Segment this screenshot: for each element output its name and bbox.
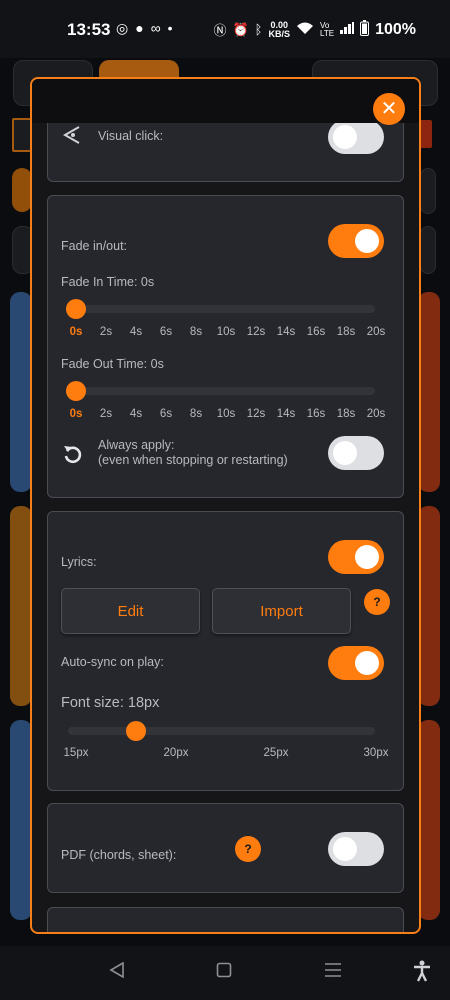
always-apply-toggle[interactable]: [328, 436, 384, 470]
home-icon[interactable]: [216, 962, 232, 983]
edit-lyrics-button[interactable]: Edit: [61, 588, 200, 634]
fade-out-slider-thumb[interactable]: [66, 381, 86, 401]
lyrics-card: Lyrics: Edit Import ? Auto-sync on play:…: [47, 511, 404, 791]
close-button[interactable]: ✕: [373, 93, 405, 125]
network-speed: 0.00 KB/S: [268, 19, 290, 39]
fade-in-time-label: Fade In Time: 0s: [61, 275, 155, 289]
tick-label: 8s: [189, 408, 203, 420]
tick-label: 16s: [306, 408, 326, 420]
fade-toggle[interactable]: [328, 224, 384, 258]
status-bar: 13:53 ◎ ● ∞ • Ⓝ ⏰ ᛒ 0.00 KB/S Vo LTE 100%: [0, 0, 450, 58]
tick-label: 0s: [69, 408, 83, 420]
tick-label: 25px: [263, 747, 289, 759]
tick-label: 14s: [276, 326, 296, 338]
pdf-help-button[interactable]: ?: [235, 836, 261, 862]
fade-in-slider-track[interactable]: [68, 305, 375, 313]
bluetooth-icon: ᛒ: [254, 22, 263, 37]
modal-scroll-area[interactable]: Visual click: Fade in/out: Fade In Time:…: [32, 123, 419, 932]
voicemail-icon: ∞: [150, 20, 161, 36]
pdf-toggle[interactable]: [328, 832, 384, 866]
import-lyrics-button[interactable]: Import: [212, 588, 351, 634]
visual-click-card: Visual click:: [47, 123, 404, 182]
fade-out-time-label: Fade Out Time: 0s: [61, 357, 164, 371]
tick-label: 2s: [99, 408, 113, 420]
tick-label: 14s: [276, 408, 296, 420]
restart-icon: [62, 443, 84, 470]
tick-label: 20s: [366, 326, 386, 338]
wifi-icon: [296, 21, 314, 38]
tick-label: 0s: [69, 326, 83, 338]
tick-label: 8s: [189, 326, 203, 338]
signal-icon: [340, 22, 355, 37]
tick-label: 12s: [246, 326, 266, 338]
fade-in-slider-thumb[interactable]: [66, 299, 86, 319]
battery-icon: [360, 20, 370, 39]
always-apply-sublabel: (even when stopping or restarting): [98, 453, 288, 467]
always-apply-label: Always apply:: [98, 438, 175, 452]
settings-modal: ✕ Visual click: Fade in/out: Fade In Tim…: [30, 77, 421, 934]
auto-sync-label: Auto-sync on play:: [61, 655, 164, 669]
font-size-label: Font size: 18px: [61, 695, 160, 711]
tick-label: 18s: [336, 326, 356, 338]
tick-label: 12s: [246, 408, 266, 420]
font-size-slider-track[interactable]: [68, 727, 375, 735]
visual-click-label: Visual click:: [98, 129, 164, 143]
tick-label: 15px: [63, 747, 89, 759]
pdf-label: PDF (chords, sheet):: [61, 848, 177, 862]
fade-label: Fade in/out:: [61, 239, 128, 253]
next-card-partial: [47, 907, 404, 932]
tick-label: 10s: [216, 408, 236, 420]
modal-header: [32, 79, 419, 123]
fade-out-slider-track[interactable]: [68, 387, 375, 395]
alarm-icon: ⏰: [232, 21, 249, 37]
tick-label: 20px: [163, 747, 189, 759]
tick-label: 10s: [216, 326, 236, 338]
tick-label: 20s: [366, 408, 386, 420]
tick-label: 2s: [99, 326, 113, 338]
tick-label: 4s: [129, 408, 143, 420]
tick-label: 18s: [336, 408, 356, 420]
whatsapp-icon: ◎: [116, 20, 129, 36]
back-icon[interactable]: [109, 961, 125, 983]
dot-icon: •: [167, 20, 173, 36]
chat-icon: ●: [135, 20, 144, 36]
tick-label: 16s: [306, 326, 326, 338]
recents-icon[interactable]: [324, 962, 342, 983]
auto-sync-toggle[interactable]: [328, 646, 384, 680]
fade-card: Fade in/out: Fade In Time: 0s 0s 2s 4s 6…: [47, 195, 404, 498]
pdf-card: PDF (chords, sheet): ?: [47, 803, 404, 893]
tick-label: 6s: [159, 408, 173, 420]
eye-icon: [61, 124, 83, 151]
lyrics-label: Lyrics:: [61, 555, 97, 569]
nfc-icon: Ⓝ: [213, 23, 227, 38]
volte-icon: Vo LTE: [320, 20, 335, 38]
tick-label: 30px: [363, 747, 389, 759]
tick-label: 6s: [159, 326, 173, 338]
tick-label: 4s: [129, 326, 143, 338]
accessibility-icon[interactable]: [413, 960, 431, 987]
lyrics-help-button[interactable]: ?: [364, 589, 390, 615]
battery-level: 100%: [375, 20, 416, 38]
font-size-slider-thumb[interactable]: [126, 721, 146, 741]
lyrics-toggle[interactable]: [328, 540, 384, 574]
navigation-bar: [0, 946, 450, 1000]
visual-click-toggle[interactable]: [328, 123, 384, 154]
clock: 13:53: [67, 20, 111, 39]
